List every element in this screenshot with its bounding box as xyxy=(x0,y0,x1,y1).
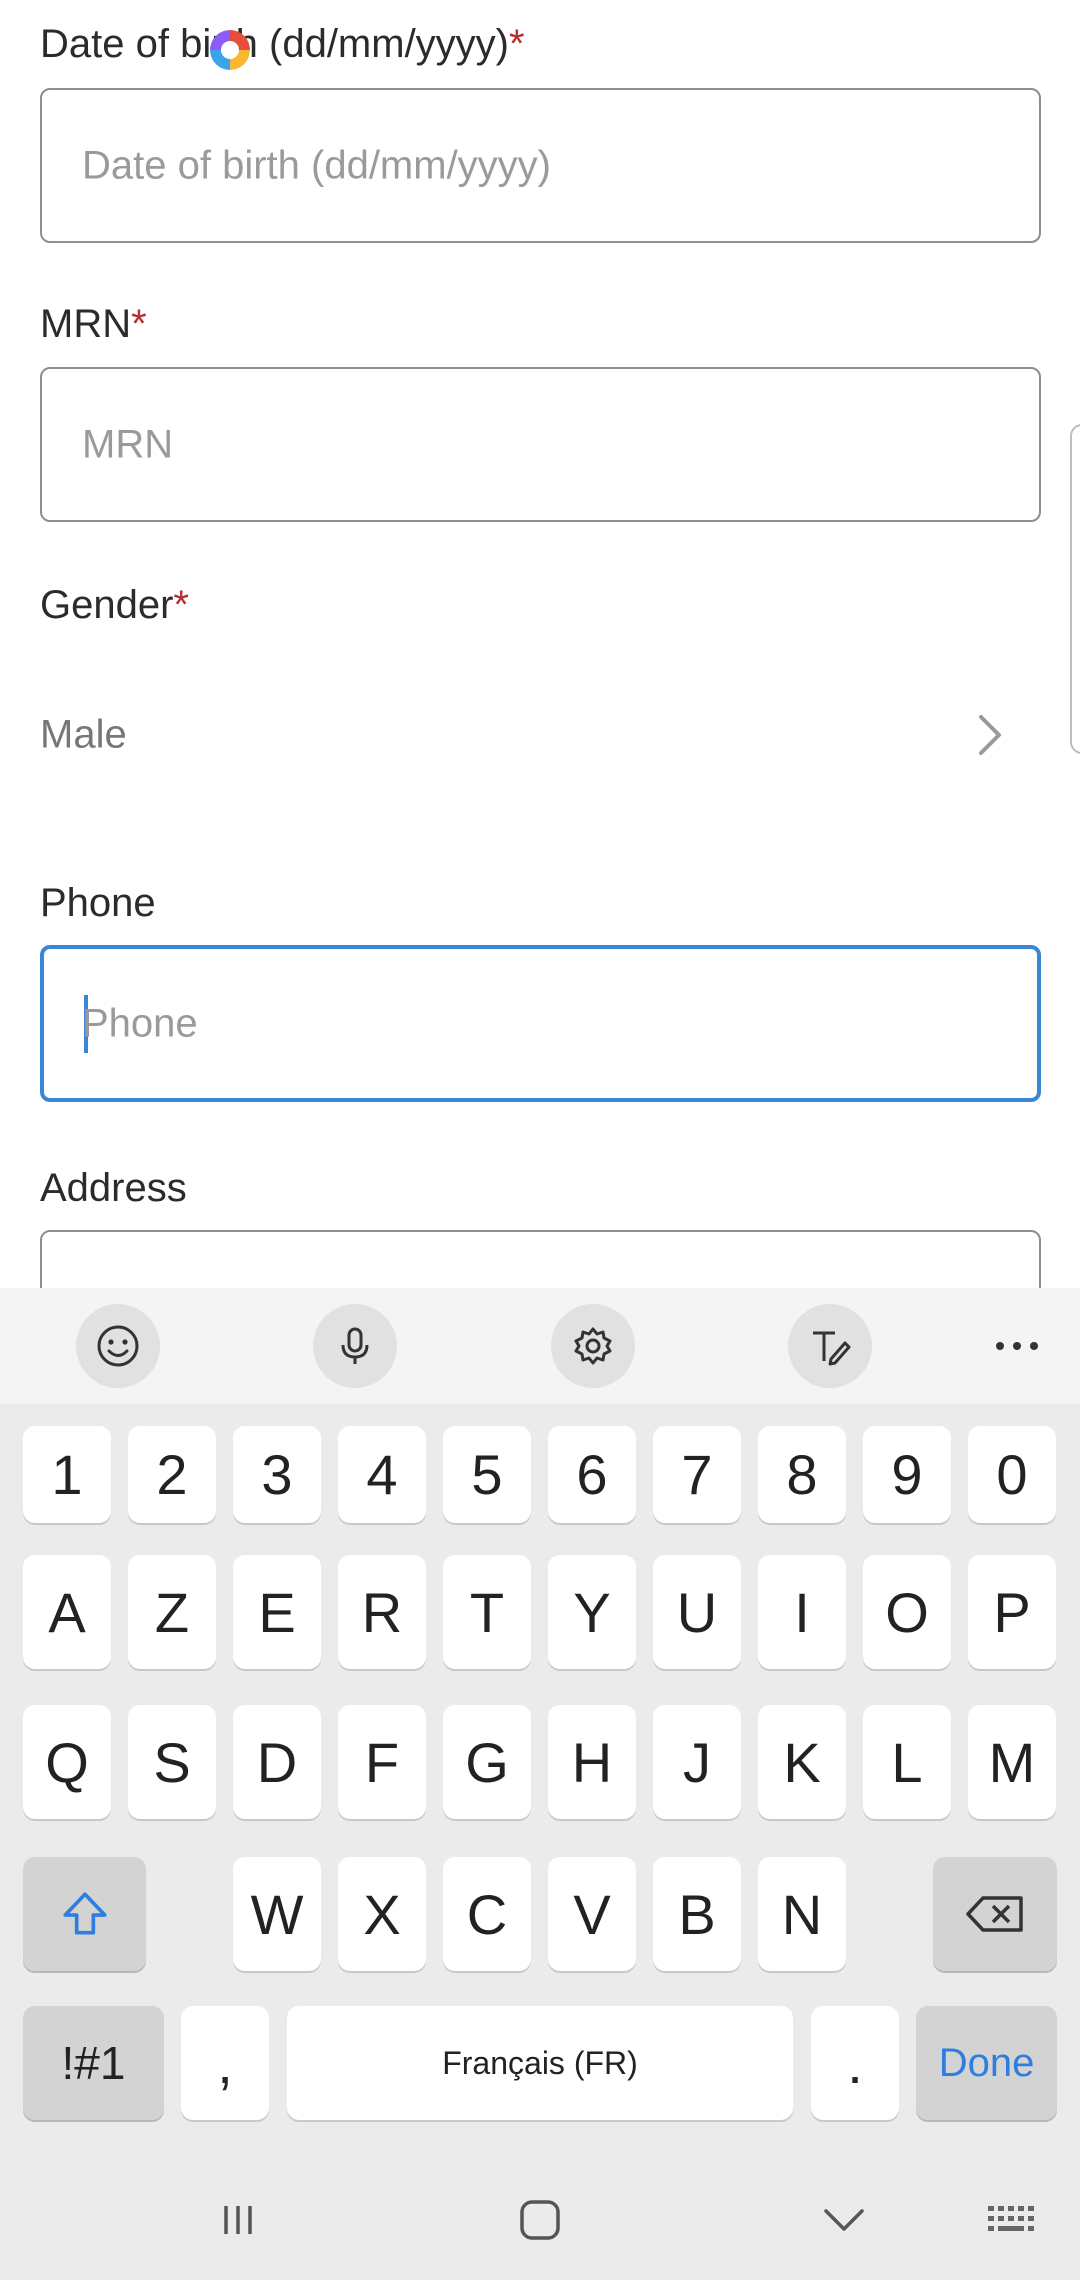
dob-label: Date of birth (dd/mm/yyyy)* xyxy=(40,22,525,66)
gender-value: Male xyxy=(40,712,127,757)
required-asterisk: * xyxy=(173,583,189,627)
on-screen-keyboard: !#1 , Français (FR) . Done 1234567890 AZE… xyxy=(0,1288,1080,2280)
more-icon[interactable] xyxy=(975,1304,1059,1388)
space-key[interactable]: Français (FR) xyxy=(287,2006,793,2120)
microphone-icon[interactable] xyxy=(313,1304,397,1388)
mrn-label: MRN* xyxy=(40,302,147,346)
mrn-input[interactable]: MRN xyxy=(40,367,1041,522)
key-x[interactable]: X xyxy=(338,1857,426,1971)
symbols-key[interactable]: !#1 xyxy=(23,2006,164,2120)
key-7[interactable]: 7 xyxy=(653,1426,741,1523)
system-navigation-bar xyxy=(0,2160,1080,2280)
key-g[interactable]: G xyxy=(443,1705,531,1819)
phone-label: Phone xyxy=(40,881,156,925)
key-h[interactable]: H xyxy=(548,1705,636,1819)
key-3[interactable]: 3 xyxy=(233,1426,321,1523)
key-k[interactable]: K xyxy=(758,1705,846,1819)
gender-select[interactable]: Male xyxy=(0,680,1080,790)
shift-arrow-icon xyxy=(62,1892,107,1935)
back-chevron-icon[interactable] xyxy=(804,2180,884,2260)
done-key[interactable]: Done xyxy=(916,2006,1057,2120)
key-l[interactable]: L xyxy=(863,1705,951,1819)
emoji-icon[interactable] xyxy=(76,1304,160,1388)
key-f[interactable]: F xyxy=(338,1705,426,1819)
key-2[interactable]: 2 xyxy=(128,1426,216,1523)
phone-placeholder: Phone xyxy=(82,1001,198,1045)
required-asterisk: * xyxy=(131,302,147,346)
comma-key[interactable]: , xyxy=(181,2006,269,2120)
handwriting-icon[interactable] xyxy=(788,1304,872,1388)
key-e[interactable]: E xyxy=(233,1555,321,1669)
key-a[interactable]: A xyxy=(23,1555,111,1669)
gender-label: Gender* xyxy=(40,583,189,627)
side-panel-handle[interactable] xyxy=(1070,424,1080,754)
key-t[interactable]: T xyxy=(443,1555,531,1669)
key-9[interactable]: 9 xyxy=(863,1426,951,1523)
address-input[interactable] xyxy=(40,1230,1041,1288)
key-i[interactable]: I xyxy=(758,1555,846,1669)
key-j[interactable]: J xyxy=(653,1705,741,1819)
key-c[interactable]: C xyxy=(443,1857,531,1971)
patient-form: Date of birth (dd/mm/yyyy)* Date of birt… xyxy=(0,0,1080,1288)
phone-input[interactable]: Phone xyxy=(40,945,1041,1102)
backspace-icon xyxy=(966,1896,1023,1932)
keyboard-toolbar xyxy=(0,1288,1080,1404)
key-v[interactable]: V xyxy=(548,1857,636,1971)
app-logo-icon xyxy=(210,30,250,70)
period-key[interactable]: . xyxy=(811,2006,899,2120)
chevron-right-icon xyxy=(979,715,1001,755)
key-p[interactable]: P xyxy=(968,1555,1056,1669)
dob-input[interactable]: Date of birth (dd/mm/yyyy) xyxy=(40,88,1041,243)
settings-icon[interactable] xyxy=(551,1304,635,1388)
key-0[interactable]: 0 xyxy=(968,1426,1056,1523)
home-icon[interactable] xyxy=(500,2180,580,2260)
key-m[interactable]: M xyxy=(968,1705,1056,1819)
key-b[interactable]: B xyxy=(653,1857,741,1971)
key-o[interactable]: O xyxy=(863,1555,951,1669)
key-r[interactable]: R xyxy=(338,1555,426,1669)
keyboard-switch-icon[interactable] xyxy=(972,2180,1052,2260)
dob-placeholder: Date of birth (dd/mm/yyyy) xyxy=(82,143,552,187)
key-z[interactable]: Z xyxy=(128,1555,216,1669)
mrn-placeholder: MRN xyxy=(82,422,174,466)
key-5[interactable]: 5 xyxy=(443,1426,531,1523)
required-asterisk: * xyxy=(509,22,525,66)
key-q[interactable]: Q xyxy=(23,1705,111,1819)
key-w[interactable]: W xyxy=(233,1857,321,1971)
address-label: Address xyxy=(40,1166,187,1210)
key-8[interactable]: 8 xyxy=(758,1426,846,1523)
recent-apps-icon[interactable] xyxy=(198,2180,278,2260)
backspace-key[interactable] xyxy=(933,1857,1057,1971)
key-d[interactable]: D xyxy=(233,1705,321,1819)
key-s[interactable]: S xyxy=(128,1705,216,1819)
key-1[interactable]: 1 xyxy=(23,1426,111,1523)
key-4[interactable]: 4 xyxy=(338,1426,426,1523)
key-n[interactable]: N xyxy=(758,1857,846,1971)
key-6[interactable]: 6 xyxy=(548,1426,636,1523)
key-y[interactable]: Y xyxy=(548,1555,636,1669)
key-u[interactable]: U xyxy=(653,1555,741,1669)
shift-key[interactable] xyxy=(23,1857,146,1971)
